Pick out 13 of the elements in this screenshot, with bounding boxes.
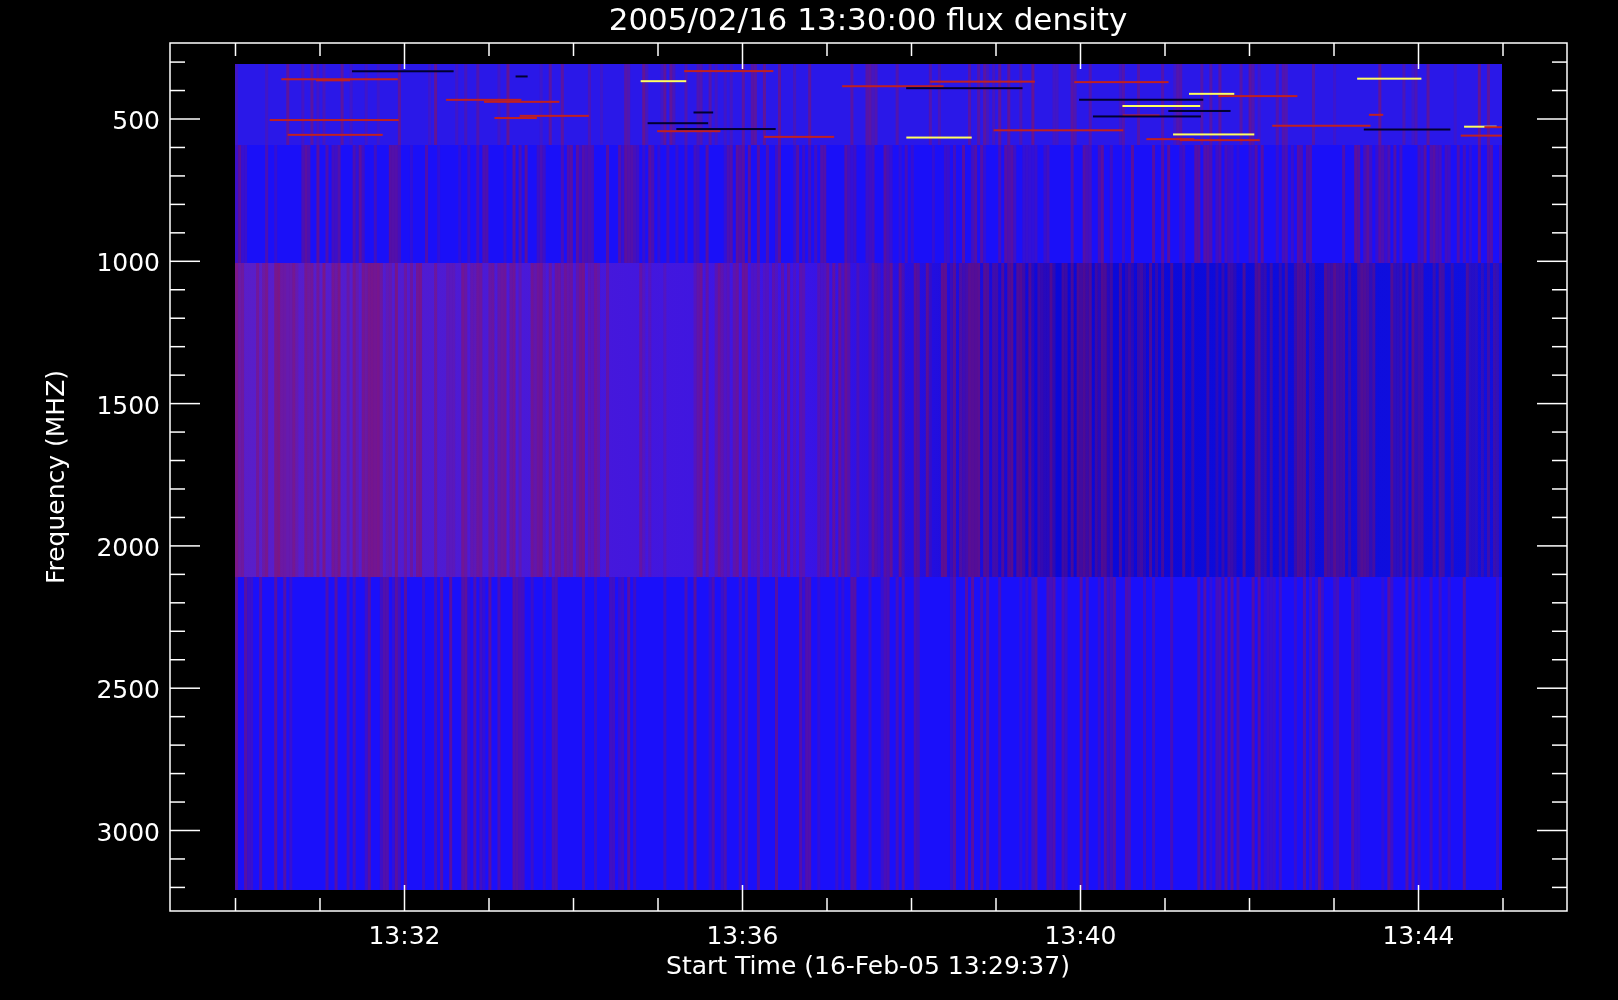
y-tick-label: 2500	[96, 675, 160, 705]
plot-title: 2005/02/16 13:30:00 flux density	[608, 1, 1128, 37]
y-tick-label: 1500	[96, 390, 160, 420]
x-tick-label: 13:44	[1382, 921, 1455, 950]
x-axis-label: Start Time (16-Feb-05 13:29:37)	[666, 951, 1070, 980]
x-tick-label: 13:40	[1044, 921, 1117, 950]
y-axis-label: Frequency (MHZ)	[41, 369, 70, 585]
y-tick-label: 2000	[96, 532, 160, 562]
y-tick-label: 500	[112, 106, 160, 135]
y-tick-label: 3000	[96, 817, 160, 847]
x-tick-label: 13:32	[368, 921, 441, 950]
x-tick-label: 13:36	[706, 921, 779, 950]
y-tick-label: 1000	[96, 248, 160, 278]
